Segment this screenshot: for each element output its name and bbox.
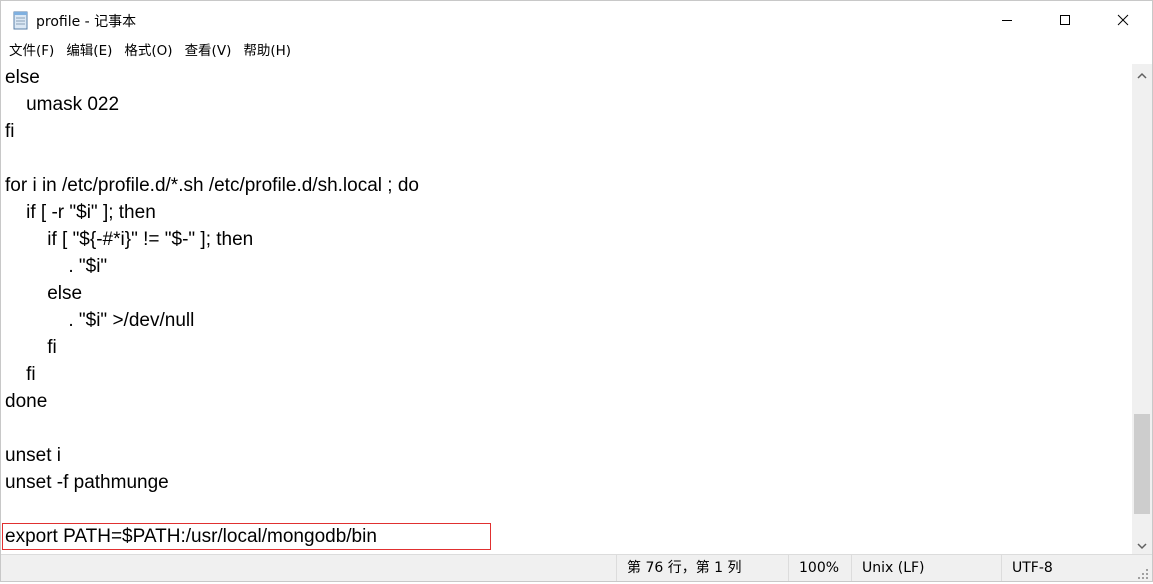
code-line: if [ -r "$i" ]; then: [5, 202, 156, 223]
code-line: fi: [5, 121, 15, 142]
close-button[interactable]: [1094, 1, 1152, 39]
code-line: for i in /etc/profile.d/*.sh /etc/profil…: [5, 175, 419, 196]
window-title: profile - 记事本: [36, 14, 137, 30]
cursor-position: 第 76 行，第 1 列: [616, 555, 788, 581]
code-line: . "$i" >/dev/null: [5, 310, 195, 331]
chevron-up-icon: [1137, 65, 1147, 84]
code-line: fi: [5, 337, 57, 358]
menu-format[interactable]: 格式(O): [120, 40, 176, 62]
code-line: unset -f pathmunge: [5, 472, 169, 493]
scroll-down-button[interactable]: [1132, 534, 1152, 554]
code-line: . "$i": [5, 256, 108, 277]
minimize-icon: [1001, 11, 1013, 30]
encoding: UTF-8: [1001, 555, 1132, 581]
code-line: done: [5, 391, 48, 412]
minimize-button[interactable]: [978, 1, 1036, 39]
vertical-scrollbar[interactable]: [1132, 64, 1152, 554]
title-bar[interactable]: profile - 记事本: [1, 1, 1152, 39]
code-line: fi: [5, 364, 36, 385]
notepad-icon: [13, 10, 29, 30]
menu-bar: 文件(F) 编辑(E) 格式(O) 查看(V) 帮助(H): [1, 39, 1152, 63]
zoom-level: 100%: [788, 555, 851, 581]
maximize-icon: [1059, 11, 1071, 30]
code-line: if [ "${-#*i}" != "$-" ]; then: [5, 229, 254, 250]
code-line: else: [5, 67, 40, 88]
menu-file[interactable]: 文件(F): [5, 40, 58, 62]
code-line: umask 022: [5, 94, 120, 115]
menu-view[interactable]: 查看(V): [181, 40, 236, 62]
menu-help[interactable]: 帮助(H): [239, 40, 295, 62]
status-bar: 第 76 行，第 1 列 100% Unix (LF) UTF-8: [1, 554, 1152, 581]
chevron-down-icon: [1137, 535, 1147, 554]
menu-edit[interactable]: 编辑(E): [62, 40, 116, 62]
highlight-box: [2, 523, 491, 550]
text-editor[interactable]: else umask 022 fi for i in /etc/profile.…: [1, 64, 1132, 554]
code-line: unset i: [5, 445, 61, 466]
notepad-window: profile - 记事本 文件(F) 编辑(E) 格式(O) 查看(V) 帮助…: [0, 0, 1153, 582]
maximize-button[interactable]: [1036, 1, 1094, 39]
resize-grip-icon[interactable]: [1137, 565, 1149, 579]
line-ending: Unix (LF): [851, 555, 1001, 581]
scroll-thumb[interactable]: [1134, 414, 1150, 514]
scroll-up-button[interactable]: [1132, 64, 1152, 84]
code-line: else: [5, 283, 83, 304]
close-icon: [1117, 11, 1129, 30]
